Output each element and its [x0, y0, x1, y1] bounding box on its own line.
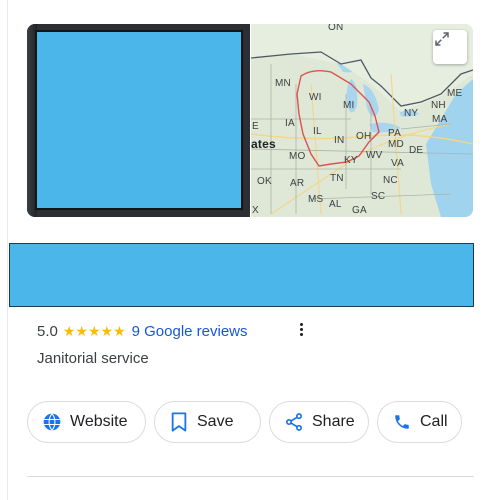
map-thumbnail[interactable]: ON MN WI MI IA IL IN OH NY NH ME MA PA M…	[251, 24, 473, 217]
rating-row: 5.0 ★★★★★ 9 Google reviews	[37, 321, 248, 341]
map-label-il: IL	[313, 126, 322, 137]
map-label-mo: MO	[289, 151, 306, 162]
map-label-states: ates	[251, 137, 276, 151]
map-label-ar: AR	[290, 178, 305, 189]
map-label-ia: IA	[285, 118, 295, 129]
map-label-e: E	[252, 121, 259, 132]
section-divider	[27, 476, 474, 477]
map-label-sc: SC	[371, 191, 386, 202]
left-divider	[7, 0, 8, 500]
reviews-link[interactable]: 9 Google reviews	[132, 323, 248, 340]
map-label-tn: TN	[330, 173, 344, 184]
map-label-on: ON	[328, 24, 344, 33]
business-name-redaction	[9, 243, 474, 307]
globe-icon	[42, 412, 62, 432]
map-label-al: AL	[329, 199, 342, 210]
map-label-wi: WI	[309, 92, 322, 103]
share-button-label: Share	[312, 413, 355, 430]
website-button[interactable]: Website	[27, 401, 146, 443]
map-label-va: VA	[391, 158, 404, 169]
star-rating-icon: ★★★★★	[62, 322, 126, 339]
map-label-ny: NY	[404, 108, 419, 119]
expand-icon	[435, 32, 449, 46]
call-button[interactable]: Call	[377, 401, 462, 443]
share-button[interactable]: Share	[269, 401, 369, 443]
map-label-me: ME	[447, 88, 463, 99]
photo-redaction	[35, 30, 243, 210]
business-category: Janitorial service	[37, 350, 149, 367]
rating-value: 5.0	[37, 322, 58, 340]
save-button[interactable]: Save	[154, 401, 261, 443]
map-label-nh: NH	[431, 100, 446, 111]
call-button-label: Call	[420, 413, 448, 430]
map-label-ms: MS	[308, 194, 324, 205]
map-label-ok: OK	[257, 176, 272, 187]
map-label-mn: MN	[275, 78, 291, 89]
map-expand-button[interactable]	[433, 30, 467, 64]
map-label-de: DE	[409, 145, 424, 156]
map-label-oh: OH	[356, 131, 372, 142]
map-label-in: IN	[334, 135, 345, 146]
map-label-pa: PA	[388, 128, 401, 139]
map-label-ma: MA	[432, 114, 448, 125]
phone-icon	[392, 412, 412, 432]
share-icon	[284, 412, 304, 432]
website-button-label: Website	[70, 413, 128, 430]
map-label-wv: WV	[366, 150, 383, 161]
map-label-nc: NC	[383, 175, 398, 186]
map-label-ga: GA	[352, 205, 367, 216]
map-label-mi: MI	[343, 100, 355, 111]
bookmark-icon	[169, 412, 189, 432]
map-label-ky: KY	[344, 155, 358, 166]
save-button-label: Save	[197, 413, 234, 430]
map-label-x: X	[252, 205, 259, 216]
more-options-icon[interactable]	[296, 319, 306, 339]
map-label-md: MD	[388, 139, 404, 150]
